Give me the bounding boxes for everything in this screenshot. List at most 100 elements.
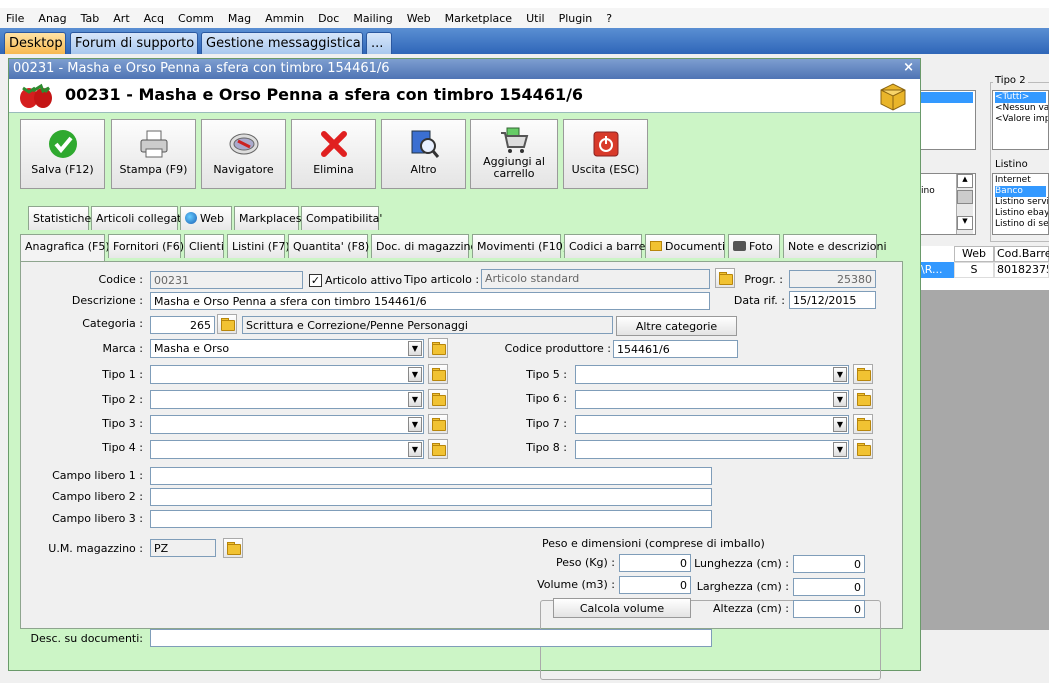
grid-header-codbarre[interactable]: Cod.Barre: [994, 246, 1049, 262]
tipo-articolo-field[interactable]: Articolo standard: [481, 269, 710, 289]
tipo6-folder-icon[interactable]: [853, 389, 873, 409]
marca-select[interactable]: Masha e Orso ▼: [150, 339, 424, 358]
menu-ammin[interactable]: Ammin: [265, 12, 304, 25]
articolo-attivo-checkbox[interactable]: ✓: [309, 274, 322, 287]
list-item-selected[interactable]: [921, 92, 973, 103]
listino-list[interactable]: Internet Banco Listino servi Listino eba…: [992, 173, 1049, 235]
tab-note[interactable]: Note e descrizioni: [783, 234, 887, 258]
tab-documenti[interactable]: Documenti: [645, 234, 725, 258]
tab-fornitori[interactable]: Fornitori (F6): [108, 234, 184, 258]
altro-button[interactable]: Altro: [381, 119, 466, 189]
chevron-down-icon[interactable]: ▼: [408, 392, 422, 407]
tipo6-select[interactable]: ▼: [575, 390, 849, 409]
list-item[interactable]: <Nessun va: [995, 103, 1048, 114]
carrello-button[interactable]: Aggiungi al carrello: [470, 119, 558, 189]
tab-articoli-collegati[interactable]: Articoli collegati: [91, 206, 185, 230]
tipo7-folder-icon[interactable]: [853, 414, 873, 434]
campo-libero-2-field[interactable]: [150, 488, 712, 506]
menu-web[interactable]: Web: [407, 12, 431, 25]
data-rif-field[interactable]: 15/12/2015: [789, 291, 876, 309]
stampa-button[interactable]: Stampa (F9): [111, 119, 196, 189]
marca-folder-icon[interactable]: [428, 338, 448, 358]
chevron-down-icon[interactable]: ▼: [833, 417, 847, 432]
menu-plugin[interactable]: Plugin: [559, 12, 593, 25]
categoria-code-field[interactable]: 265: [150, 316, 215, 334]
tipo1-folder-icon[interactable]: [428, 364, 448, 384]
tab-compatibilita[interactable]: Compatibilita': [301, 206, 382, 230]
menu-marketplace[interactable]: Marketplace: [445, 12, 512, 25]
menu-acq[interactable]: Acq: [144, 12, 164, 25]
navigatore-button[interactable]: Navigatore: [201, 119, 286, 189]
tipo4-folder-icon[interactable]: [428, 439, 448, 459]
scroll-thumb[interactable]: [957, 190, 973, 204]
menu-help[interactable]: ?: [606, 12, 612, 25]
codice-field[interactable]: 00231: [150, 271, 303, 289]
menu-file[interactable]: File: [6, 12, 24, 25]
menu-comm[interactable]: Comm: [178, 12, 214, 25]
tipo2-list[interactable]: <Tutti> <Nessun va <Valore imp: [992, 90, 1049, 150]
scrollbar[interactable]: ▲ ▼: [956, 174, 973, 234]
tipo5-folder-icon[interactable]: [853, 364, 873, 384]
menu-mailing[interactable]: Mailing: [353, 12, 392, 25]
tipo3-select[interactable]: ▼: [150, 415, 424, 434]
tab-desktop[interactable]: Desktop: [4, 32, 66, 54]
tab-doc-magazzino[interactable]: Doc. di magazzino: [371, 234, 477, 258]
desc-documenti-field[interactable]: [150, 629, 712, 647]
chevron-down-icon[interactable]: ▼: [408, 417, 422, 432]
altre-categorie-button[interactable]: Altre categorie: [616, 316, 737, 336]
salva-button[interactable]: Salva (F12): [20, 119, 105, 189]
list-item[interactable]: <Tutti>: [995, 92, 1046, 103]
list-item[interactable]: Banco: [995, 186, 1046, 197]
grid-header-web[interactable]: Web: [954, 246, 994, 262]
list-item[interactable]: <Valore imp: [995, 114, 1048, 125]
calcola-volume-button[interactable]: Calcola volume: [553, 598, 691, 618]
peso-field[interactable]: 0: [619, 554, 691, 572]
tab-messaggistica[interactable]: Gestione messaggistica: [201, 32, 363, 54]
tipo5-select[interactable]: ▼: [575, 365, 849, 384]
tipo-articolo-folder-icon[interactable]: [715, 268, 735, 288]
tipo1-list[interactable]: [918, 90, 976, 150]
menu-tab[interactable]: Tab: [81, 12, 100, 25]
chevron-down-icon[interactable]: ▼: [408, 442, 422, 457]
menu-doc[interactable]: Doc: [318, 12, 339, 25]
menu-art[interactable]: Art: [113, 12, 129, 25]
chevron-down-icon[interactable]: ▼: [833, 392, 847, 407]
elimina-button[interactable]: Elimina: [291, 119, 376, 189]
tipo8-folder-icon[interactable]: [853, 439, 873, 459]
menu-util[interactable]: Util: [526, 12, 544, 25]
tab-listini[interactable]: Listini (F7): [227, 234, 290, 258]
tab-clienti[interactable]: Clienti: [184, 234, 224, 258]
tab-codici-barre[interactable]: Codici a barre: [564, 234, 645, 258]
chevron-down-icon[interactable]: ▼: [833, 367, 847, 382]
tipo8-select[interactable]: ▼: [575, 440, 849, 459]
list-item[interactable]: Internet: [995, 175, 1046, 186]
tab-anagrafica[interactable]: Anagrafica (F5): [20, 234, 110, 262]
descrizione-field[interactable]: Masha e Orso Penna a sfera con timbro 15…: [150, 292, 710, 310]
chevron-down-icon[interactable]: ▼: [833, 442, 847, 457]
chevron-down-icon[interactable]: ▼: [408, 341, 422, 356]
chevron-down-icon[interactable]: ▼: [408, 367, 422, 382]
close-icon[interactable]: ×: [903, 60, 914, 75]
tipo7-select[interactable]: ▼: [575, 415, 849, 434]
tab-quantita[interactable]: Quantita' (F8): [288, 234, 369, 258]
um-magazzino-field[interactable]: PZ: [150, 539, 216, 557]
uscita-button[interactable]: Uscita (ESC): [563, 119, 648, 189]
scroll-up-icon[interactable]: ▲: [957, 174, 973, 188]
list-item[interactable]: Listino di ser: [995, 219, 1048, 230]
scroll-down-icon[interactable]: ▼: [957, 216, 973, 230]
campo-libero-3-field[interactable]: [150, 510, 712, 528]
tab-more[interactable]: ...: [366, 32, 392, 54]
lunghezza-field[interactable]: 0: [793, 555, 865, 573]
um-folder-icon[interactable]: [223, 538, 243, 558]
tipo1-select[interactable]: ▼: [150, 365, 424, 384]
tab-movimenti[interactable]: Movimenti (F10): [472, 234, 567, 258]
menu-mag[interactable]: Mag: [228, 12, 251, 25]
larghezza-field[interactable]: 0: [793, 578, 865, 596]
categoria-folder-icon[interactable]: [217, 314, 237, 334]
altezza-field[interactable]: 0: [793, 600, 865, 618]
codice-produttore-field[interactable]: 154461/6: [613, 340, 738, 358]
list-item[interactable]: Listino ebay: [995, 208, 1048, 219]
progr-field[interactable]: 25380: [789, 270, 876, 288]
tipo4-select[interactable]: ▼: [150, 440, 424, 459]
tab-markplaces[interactable]: Markplaces: [234, 206, 301, 230]
